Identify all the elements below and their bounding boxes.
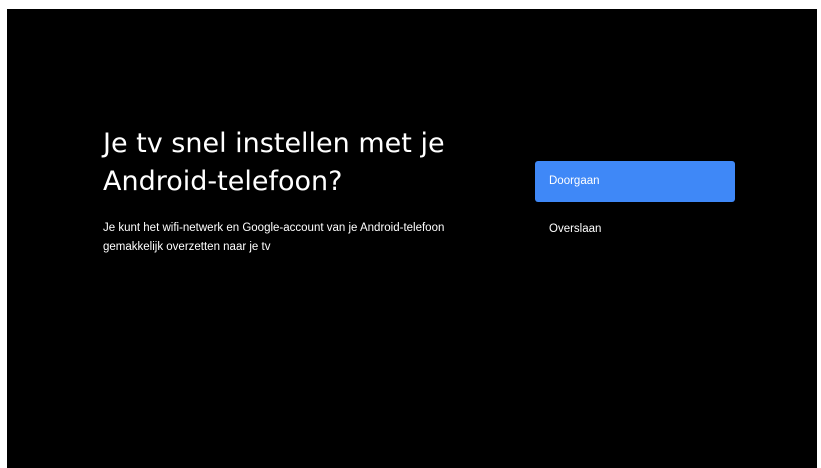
skip-button[interactable]: Overslaan	[535, 209, 735, 250]
tv-setup-screen: Je tv snel instellen met je Android-tele…	[7, 9, 817, 468]
page-description: Je kunt het wifi-netwerk en Google-accou…	[103, 222, 445, 253]
continue-button[interactable]: Doorgaan	[535, 161, 735, 202]
action-list: Doorgaan Overslaan	[535, 161, 735, 250]
page-title: Je tv snel instellen met je Android-tele…	[103, 128, 445, 197]
